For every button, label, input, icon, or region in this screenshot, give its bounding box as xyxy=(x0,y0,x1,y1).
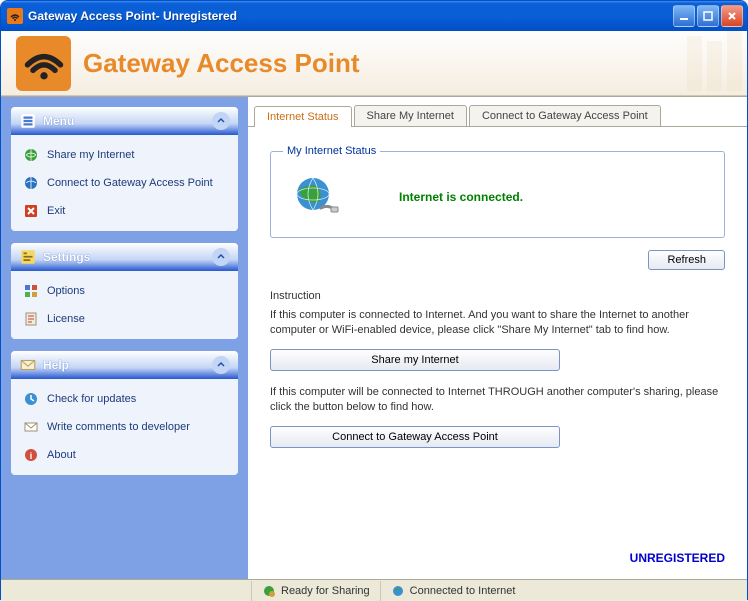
maximize-button[interactable] xyxy=(697,5,719,27)
app-window: Gateway Access Point- Unregistered Gatew… xyxy=(0,0,748,600)
sidebar-item-label: About xyxy=(47,449,76,461)
sidebar-item-label: Options xyxy=(47,285,85,297)
sidebar-item-options[interactable]: Options xyxy=(11,277,238,305)
ready-icon xyxy=(262,584,276,598)
settings-panel: Settings Options xyxy=(11,243,238,339)
header-decoration xyxy=(587,31,747,96)
tab-share-internet[interactable]: Share My Internet xyxy=(354,105,467,126)
menu-icon xyxy=(19,112,37,130)
header: Gateway Access Point xyxy=(1,31,747,96)
updates-icon xyxy=(23,391,39,407)
sidebar-item-label: License xyxy=(47,313,85,325)
instruction-heading: Instruction xyxy=(270,290,725,302)
sidebar-item-comments[interactable]: Write comments to developer xyxy=(11,413,238,441)
instruction-text-1: If this computer is connected to Interne… xyxy=(270,308,725,339)
sidebar-item-connect-gap[interactable]: Connect to Gateway Access Point xyxy=(11,169,238,197)
menu-panel: Menu Share my Internet xyxy=(11,107,238,231)
sidebar-item-share-internet[interactable]: Share my Internet xyxy=(11,141,238,169)
options-icon xyxy=(23,283,39,299)
close-button[interactable] xyxy=(721,5,743,27)
sidebar-item-label: Share my Internet xyxy=(47,149,134,161)
connect-gap-button[interactable]: Connect to Gateway Access Point xyxy=(270,426,560,448)
envelope-icon xyxy=(23,419,39,435)
instruction-text-2: If this computer will be connected to In… xyxy=(270,385,725,416)
sidebar-item-about[interactable]: i About xyxy=(11,441,238,469)
statusbar: Ready for Sharing Connected to Internet xyxy=(1,579,747,601)
sidebar-item-updates[interactable]: Check for updates xyxy=(11,385,238,413)
app-logo-icon xyxy=(16,36,71,91)
sidebar-item-label: Write comments to developer xyxy=(47,421,190,433)
status-connected-cell: Connected to Internet xyxy=(380,581,526,601)
sidebar-item-label: Exit xyxy=(47,205,65,217)
status-fieldset: My Internet Status xyxy=(270,145,725,238)
share-internet-button[interactable]: Share my Internet xyxy=(270,349,560,371)
svg-text:i: i xyxy=(30,451,33,461)
help-panel: Help Check for updates xyxy=(11,351,238,475)
help-title: Help xyxy=(43,358,212,372)
collapse-button[interactable] xyxy=(212,248,230,266)
about-icon: i xyxy=(23,447,39,463)
unregistered-label: UNREGISTERED xyxy=(630,551,725,565)
settings-panel-header[interactable]: Settings xyxy=(11,243,238,271)
sidebar-item-license[interactable]: License xyxy=(11,305,238,333)
status-connected-text: Connected to Internet xyxy=(410,585,516,597)
collapse-button[interactable] xyxy=(212,356,230,374)
content-area: Internet Status Share My Internet Connec… xyxy=(248,97,747,579)
settings-icon xyxy=(19,248,37,266)
refresh-button[interactable]: Refresh xyxy=(648,250,725,270)
exit-icon xyxy=(23,203,39,219)
help-panel-header[interactable]: Help xyxy=(11,351,238,379)
status-text: Internet is connected. xyxy=(399,190,523,204)
sidebar-item-label: Check for updates xyxy=(47,393,136,405)
minimize-button[interactable] xyxy=(673,5,695,27)
sidebar: Menu Share my Internet xyxy=(1,97,248,579)
sidebar-item-label: Connect to Gateway Access Point xyxy=(47,177,213,189)
sidebar-item-exit[interactable]: Exit xyxy=(11,197,238,225)
settings-title: Settings xyxy=(43,250,212,264)
app-icon xyxy=(7,8,23,24)
collapse-button[interactable] xyxy=(212,112,230,130)
globe-icon xyxy=(293,174,339,220)
globe-connect-icon xyxy=(23,175,39,191)
titlebar[interactable]: Gateway Access Point- Unregistered xyxy=(1,1,747,31)
window-title: Gateway Access Point- Unregistered xyxy=(28,9,671,23)
tab-internet-status[interactable]: Internet Status xyxy=(254,106,352,127)
globe-share-icon xyxy=(23,147,39,163)
status-ready-text: Ready for Sharing xyxy=(281,585,370,597)
mail-icon xyxy=(19,356,37,374)
license-icon xyxy=(23,311,39,327)
tab-connect-gap[interactable]: Connect to Gateway Access Point xyxy=(469,105,661,126)
status-ready-cell: Ready for Sharing xyxy=(251,581,380,601)
menu-panel-header[interactable]: Menu xyxy=(11,107,238,135)
status-legend: My Internet Status xyxy=(283,145,380,157)
app-title: Gateway Access Point xyxy=(83,48,360,79)
tabs: Internet Status Share My Internet Connec… xyxy=(248,103,747,127)
connected-icon xyxy=(391,584,405,598)
menu-title: Menu xyxy=(43,114,212,128)
